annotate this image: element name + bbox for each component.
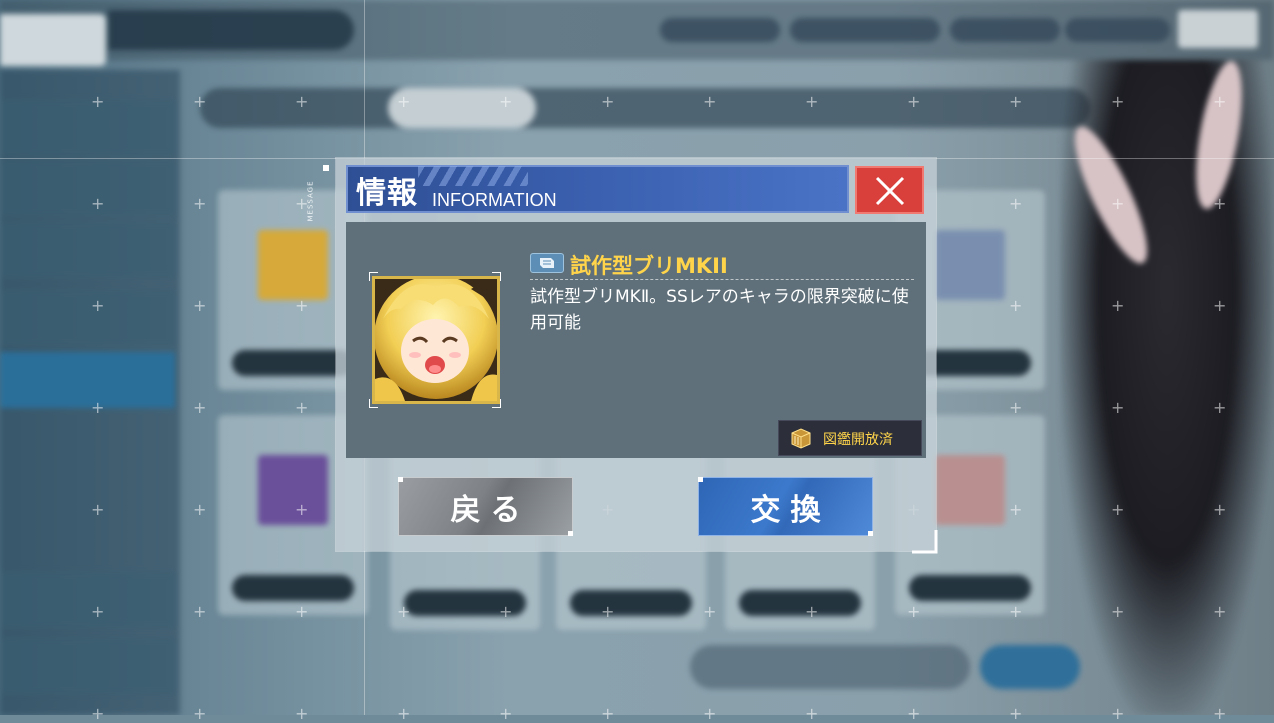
dialog-subtitle: INFORMATION [432, 190, 557, 210]
grid-plus-marker: + [1009, 194, 1023, 213]
grid-plus-marker: + [1213, 602, 1227, 621]
message-label-text: MESSAGE [306, 180, 315, 222]
grid-plus-marker: + [499, 704, 513, 723]
character-portrait-icon [372, 276, 500, 404]
grid-plus-marker: + [1213, 500, 1227, 519]
grid-plus-marker: + [91, 92, 105, 111]
grid-plus-marker: + [907, 92, 921, 111]
grid-plus-marker: + [397, 602, 411, 621]
grid-plus-marker: + [91, 296, 105, 315]
close-x-icon [875, 176, 905, 206]
dialog-title: 情報 [356, 176, 418, 211]
grid-plus-marker: + [1111, 296, 1125, 315]
grid-plus-marker: + [91, 398, 105, 417]
grid-plus-marker: + [805, 704, 819, 723]
grid-plus-marker: + [193, 602, 207, 621]
ticket-icon [530, 253, 564, 273]
grid-plus-marker: + [1111, 602, 1125, 621]
grid-plus-marker: + [805, 92, 819, 111]
catalog-badge-label: 図鑑開放済 [823, 432, 893, 448]
bg-home-button [1178, 10, 1258, 48]
grid-plus-marker: + [907, 602, 921, 621]
grid-plus-marker: + [91, 500, 105, 519]
exchange-button-label: 交換 [750, 492, 831, 528]
catalog-unlocked-badge: 図鑑開放済 [778, 420, 922, 456]
grid-plus-marker: + [91, 194, 105, 213]
grid-plus-marker: + [1009, 296, 1023, 315]
item-name-divider [530, 279, 914, 280]
message-side-label: MESSAGE [307, 165, 332, 245]
grid-plus-marker: + [1009, 602, 1023, 621]
item-name: 試作型ブリMKII [570, 254, 728, 278]
grid-plus-marker: + [91, 704, 105, 723]
grid-plus-marker: + [295, 602, 309, 621]
header-stripes-decoration [418, 166, 528, 186]
exchange-button[interactable]: 交換 [698, 477, 873, 536]
grid-plus-marker: + [1111, 398, 1125, 417]
grid-plus-marker: + [1213, 92, 1227, 111]
item-description: 試作型ブリMKⅡ。SSレアのキャラの限界突破に使用可能 [530, 287, 909, 333]
bg-back-button [0, 14, 106, 66]
back-button[interactable]: 戻る [398, 477, 573, 536]
grid-plus-marker: + [295, 92, 309, 111]
grid-plus-marker: + [1111, 92, 1125, 111]
grid-plus-marker: + [1213, 296, 1227, 315]
grid-plus-marker: + [193, 704, 207, 723]
close-button[interactable] [855, 166, 924, 214]
grid-plus-marker: + [601, 602, 615, 621]
grid-plus-marker: + [499, 602, 513, 621]
grid-plus-marker: + [397, 704, 411, 723]
grid-plus-marker: + [1009, 398, 1023, 417]
grid-plus-marker: + [193, 194, 207, 213]
grid-plus-marker: + [397, 92, 411, 111]
grid-plus-marker: + [91, 602, 105, 621]
grid-plus-marker: + [805, 602, 819, 621]
grid-plus-marker: + [499, 92, 513, 111]
grid-plus-marker: + [703, 704, 717, 723]
grid-plus-marker: + [193, 500, 207, 519]
grid-plus-marker: + [295, 500, 309, 519]
grid-plus-marker: + [295, 704, 309, 723]
grid-plus-marker: + [1009, 704, 1023, 723]
grid-plus-marker: + [1111, 194, 1125, 213]
grid-plus-marker: + [1213, 398, 1227, 417]
grid-plus-marker: + [295, 398, 309, 417]
grid-plus-marker: + [1213, 194, 1227, 213]
grid-plus-marker: + [907, 704, 921, 723]
grid-plus-marker: + [703, 602, 717, 621]
grid-plus-marker: + [1009, 92, 1023, 111]
grid-plus-marker: + [1213, 704, 1227, 723]
dialog-corner-decoration [912, 530, 938, 554]
grid-plus-marker: + [1111, 704, 1125, 723]
grid-plus-marker: + [601, 92, 615, 111]
grid-plus-marker: + [193, 296, 207, 315]
grid-plus-marker: + [193, 92, 207, 111]
grid-plus-marker: + [1009, 500, 1023, 519]
grid-plus-marker: + [295, 296, 309, 315]
grid-plus-marker: + [703, 92, 717, 111]
grid-plus-marker: + [1111, 500, 1125, 519]
box-icon [791, 428, 811, 449]
grid-plus-marker: + [601, 704, 615, 723]
back-button-label: 戻る [450, 492, 531, 528]
grid-plus-marker: + [193, 398, 207, 417]
